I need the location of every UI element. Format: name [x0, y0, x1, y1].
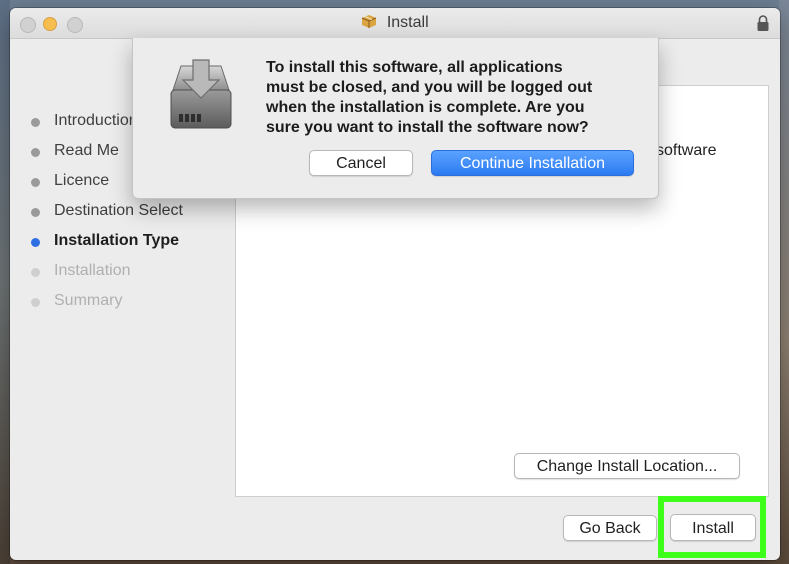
- change-install-location-button[interactable]: Change Install Location...: [514, 453, 740, 479]
- desktop-background-right: [779, 0, 789, 564]
- installer-drive-icon: [170, 59, 232, 129]
- go-back-button[interactable]: Go Back: [563, 515, 657, 541]
- step-bullet-icon: [31, 208, 40, 217]
- dialog-message: To install this software, all applicatio…: [266, 59, 593, 136]
- step-bullet-icon: [31, 148, 40, 157]
- step-installation-type: Installation Type: [24, 228, 234, 258]
- title-bar: Install: [10, 8, 780, 39]
- step-label: Installation: [54, 262, 131, 279]
- continue-installation-button[interactable]: Continue Installation: [431, 150, 634, 176]
- step-label: Summary: [54, 292, 123, 309]
- step-bullet-icon: [31, 118, 40, 127]
- window-title: Install: [386, 14, 429, 31]
- install-button[interactable]: Install: [670, 514, 756, 541]
- step-label: Read Me: [54, 142, 119, 159]
- step-bullet-icon: [31, 268, 40, 277]
- confirm-install-dialog: To install this software, all applicatio…: [132, 38, 659, 199]
- window-title-area: Install: [10, 14, 780, 32]
- step-destination-select: Destination Select: [24, 198, 234, 228]
- lock-icon[interactable]: [756, 14, 770, 32]
- step-label: Licence: [54, 172, 110, 189]
- desktop-background-left: [0, 0, 10, 564]
- cancel-button[interactable]: Cancel: [309, 150, 413, 176]
- package-icon: [362, 15, 377, 28]
- step-summary: Summary: [24, 288, 234, 318]
- step-bullet-icon: [31, 298, 40, 307]
- step-bullet-icon: [31, 238, 40, 247]
- step-bullet-icon: [31, 178, 40, 187]
- content-text: software: [656, 142, 717, 159]
- step-label: Installation Type: [54, 232, 180, 249]
- step-label: Introduction: [54, 112, 138, 129]
- step-installation: Installation: [24, 258, 234, 288]
- step-label: Destination Select: [54, 202, 183, 219]
